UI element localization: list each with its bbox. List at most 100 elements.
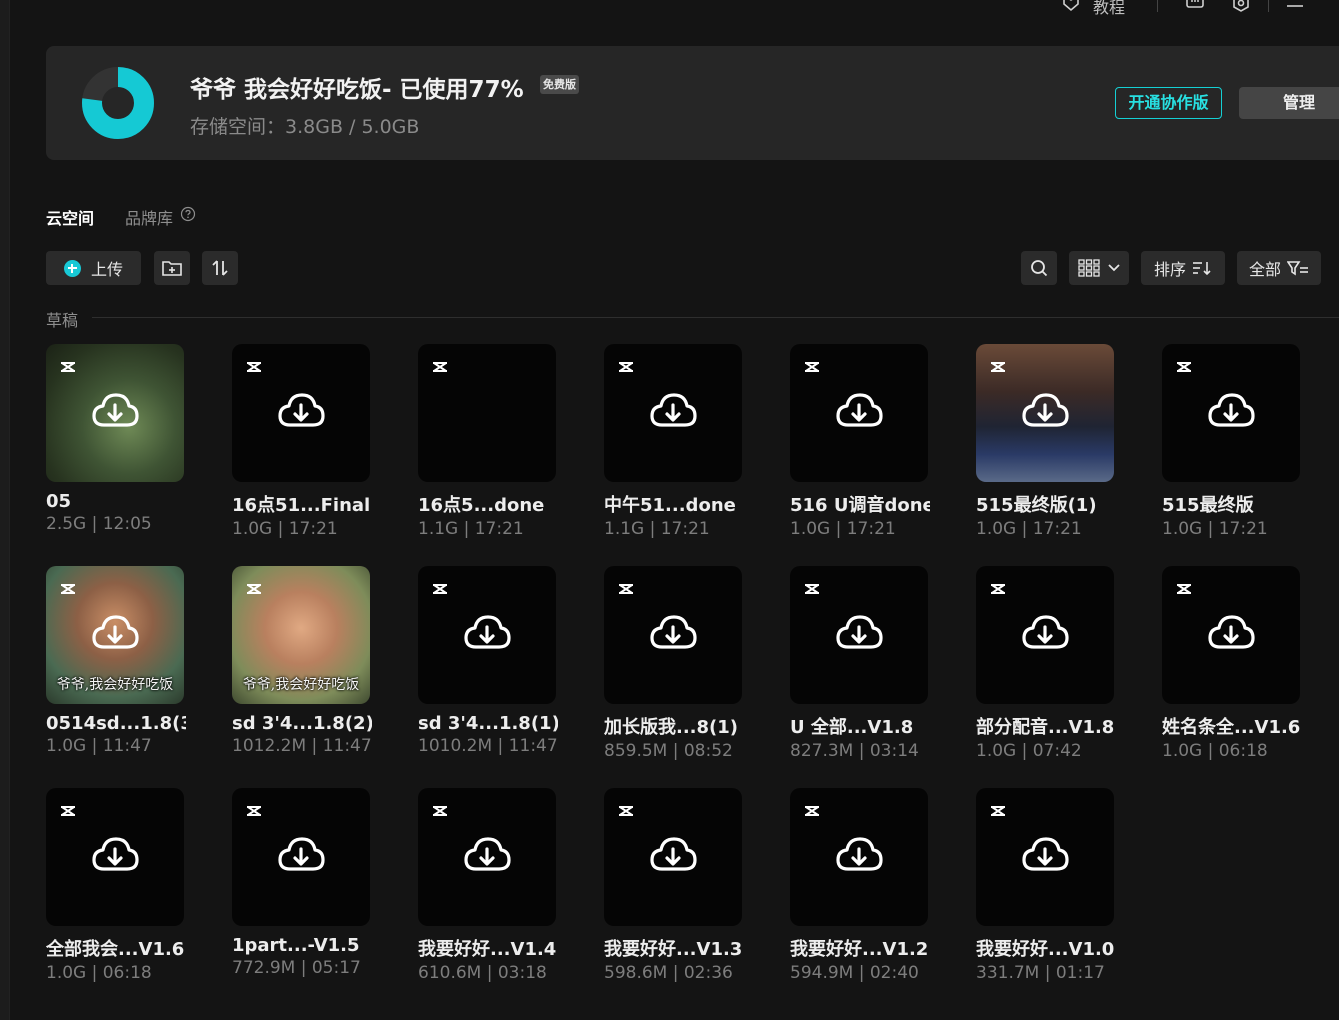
draft-meta: 1.0G | 11:47	[46, 736, 152, 756]
cloud-download-icon[interactable]	[835, 835, 883, 877]
draft-thumbnail[interactable]	[1162, 344, 1300, 482]
draft-title: 515最终版(1)	[976, 495, 1097, 516]
draft-card[interactable]: 全部我会...V1.6 1.0G | 06:18	[46, 788, 186, 983]
draft-thumbnail[interactable]	[232, 788, 370, 926]
draft-thumbnail[interactable]	[790, 344, 928, 482]
draft-thumbnail[interactable]	[604, 788, 742, 926]
draft-thumbnail[interactable]	[46, 788, 184, 926]
draft-card[interactable]: 16点5...done 1.1G | 17:21	[418, 344, 558, 539]
draft-meta: 1.0G | 17:21	[790, 519, 896, 539]
settings-icon[interactable]	[1231, 0, 1251, 12]
tutorial-link[interactable]: 教程	[1093, 0, 1125, 18]
draft-card[interactable]: 05 2.5G | 12:05	[46, 344, 186, 534]
shield-icon[interactable]	[1061, 0, 1081, 12]
thumbnail-caption: 爷爷,我会好好吃饭	[242, 677, 360, 693]
draft-card[interactable]: 我要好好...V1.4 610.6M | 03:18	[418, 788, 558, 983]
open-collab-button[interactable]: 开通协作版	[1115, 87, 1222, 119]
draft-card[interactable]: 515最终版(1) 1.0G | 17:21	[976, 344, 1116, 539]
cloud-download-icon[interactable]	[463, 613, 511, 655]
draft-thumbnail[interactable]	[976, 344, 1114, 482]
draft-title: sd 3'4...1.8(1)	[418, 713, 558, 734]
cloud-download-icon[interactable]	[1021, 613, 1069, 655]
minimize-icon[interactable]	[1286, 0, 1304, 10]
tab-cloud-space[interactable]: 云空间	[46, 205, 94, 229]
cloud-download-icon[interactable]	[1021, 391, 1069, 433]
manage-button[interactable]: 管理	[1239, 87, 1339, 119]
cloud-download-icon[interactable]	[835, 613, 883, 655]
draft-card[interactable]: 爷爷,我会好好吃饭 sd 3'4...1.8(2) 1012.2M | 11:47	[232, 566, 372, 756]
cloud-download-icon[interactable]	[463, 835, 511, 877]
draft-card[interactable]: 加长版我...8(1) 859.5M | 08:52	[604, 566, 744, 761]
draft-title: 0514sd...1.8(3)	[46, 713, 186, 734]
filter-icon	[1287, 261, 1308, 276]
draft-title: 16点5...done	[418, 495, 545, 516]
cloud-download-icon[interactable]	[91, 391, 139, 433]
feedback-icon[interactable]	[1185, 0, 1205, 12]
draft-card[interactable]: 我要好好...V1.0 331.7M | 01:17	[976, 788, 1116, 983]
plus-icon	[63, 259, 81, 277]
cloud-download-icon[interactable]	[277, 835, 325, 877]
draft-card[interactable]: 515最终版 1.0G | 17:21	[1162, 344, 1302, 539]
sort-button[interactable]: 排序	[1141, 251, 1225, 285]
draft-meta: 772.9M | 05:17	[232, 958, 361, 978]
draft-card[interactable]: 1part...-V1.5 772.9M | 05:17	[232, 788, 372, 978]
draft-card[interactable]: 16点51...Final 1.0G | 17:21	[232, 344, 372, 539]
cloud-download-icon[interactable]	[649, 835, 697, 877]
cloud-download-icon[interactable]	[277, 391, 325, 433]
draft-title: sd 3'4...1.8(2)	[232, 713, 372, 734]
draft-thumbnail[interactable]	[976, 566, 1114, 704]
draft-thumbnail[interactable]	[232, 344, 370, 482]
draft-card[interactable]: 姓名条全...V1.6 1.0G | 06:18	[1162, 566, 1302, 761]
draft-card[interactable]: U 全部...V1.8 827.3M | 03:14	[790, 566, 930, 761]
capcut-logo-icon	[433, 806, 447, 816]
draft-card[interactable]: sd 3'4...1.8(1) 1010.2M | 11:47	[418, 566, 558, 756]
draft-title: 515最终版	[1162, 495, 1254, 516]
draft-thumbnail[interactable]	[604, 566, 742, 704]
draft-thumbnail[interactable]	[790, 788, 928, 926]
upload-button[interactable]: 上传	[46, 251, 141, 285]
draft-card[interactable]: 中午51...done 1.1G | 17:21	[604, 344, 744, 539]
search-button[interactable]	[1021, 251, 1057, 285]
search-icon	[1031, 260, 1048, 277]
cloud-download-icon[interactable]	[91, 613, 139, 655]
draft-card[interactable]: 部分配音...V1.8 1.0G | 07:42	[976, 566, 1116, 761]
capcut-logo-icon	[61, 584, 75, 594]
cloud-download-icon[interactable]	[1207, 613, 1255, 655]
draft-thumbnail[interactable]	[1162, 566, 1300, 704]
draft-card[interactable]: 我要好好...V1.2 594.9M | 02:40	[790, 788, 930, 983]
cloud-download-icon[interactable]	[649, 613, 697, 655]
draft-title: 我要好好...V1.4	[418, 939, 557, 960]
capcut-logo-icon	[805, 362, 819, 372]
draft-title: 05	[46, 491, 72, 512]
cloud-download-icon[interactable]	[835, 391, 883, 433]
transfer-button[interactable]	[202, 251, 238, 285]
tab-brand-library[interactable]: 品牌库	[125, 205, 173, 229]
help-icon[interactable]	[180, 206, 196, 222]
draft-card[interactable]: 爷爷,我会好好吃饭 0514sd...1.8(3) 1.0G | 11:47	[46, 566, 186, 756]
draft-title: U 全部...V1.8	[790, 717, 914, 738]
draft-card[interactable]: 516 U调音done 1.0G | 17:21	[790, 344, 930, 539]
capcut-logo-icon	[805, 584, 819, 594]
draft-thumbnail[interactable]	[46, 344, 184, 482]
cloud-download-icon[interactable]	[649, 391, 697, 433]
filter-button[interactable]: 全部	[1237, 251, 1321, 285]
capcut-logo-icon	[991, 584, 1005, 594]
cloud-download-icon[interactable]	[1207, 391, 1255, 433]
draft-thumbnail[interactable]	[976, 788, 1114, 926]
draft-thumbnail[interactable]	[604, 344, 742, 482]
draft-thumbnail[interactable]	[790, 566, 928, 704]
draft-meta: 1010.2M | 11:47	[418, 736, 558, 756]
cloud-download-icon[interactable]	[1021, 835, 1069, 877]
draft-thumbnail[interactable]	[418, 566, 556, 704]
draft-meta: 859.5M | 08:52	[604, 741, 733, 761]
filter-label: 全部	[1248, 260, 1281, 279]
divider	[1268, 0, 1269, 12]
cloud-download-icon[interactable]	[91, 835, 139, 877]
new-folder-button[interactable]	[154, 251, 190, 285]
draft-card[interactable]: 我要好好...V1.3 598.6M | 02:36	[604, 788, 744, 983]
draft-thumbnail[interactable]	[418, 344, 556, 482]
draft-thumbnail[interactable]	[418, 788, 556, 926]
draft-thumbnail[interactable]: 爷爷,我会好好吃饭	[46, 566, 184, 704]
view-mode-button[interactable]	[1069, 251, 1129, 285]
draft-thumbnail[interactable]: 爷爷,我会好好吃饭	[232, 566, 370, 704]
